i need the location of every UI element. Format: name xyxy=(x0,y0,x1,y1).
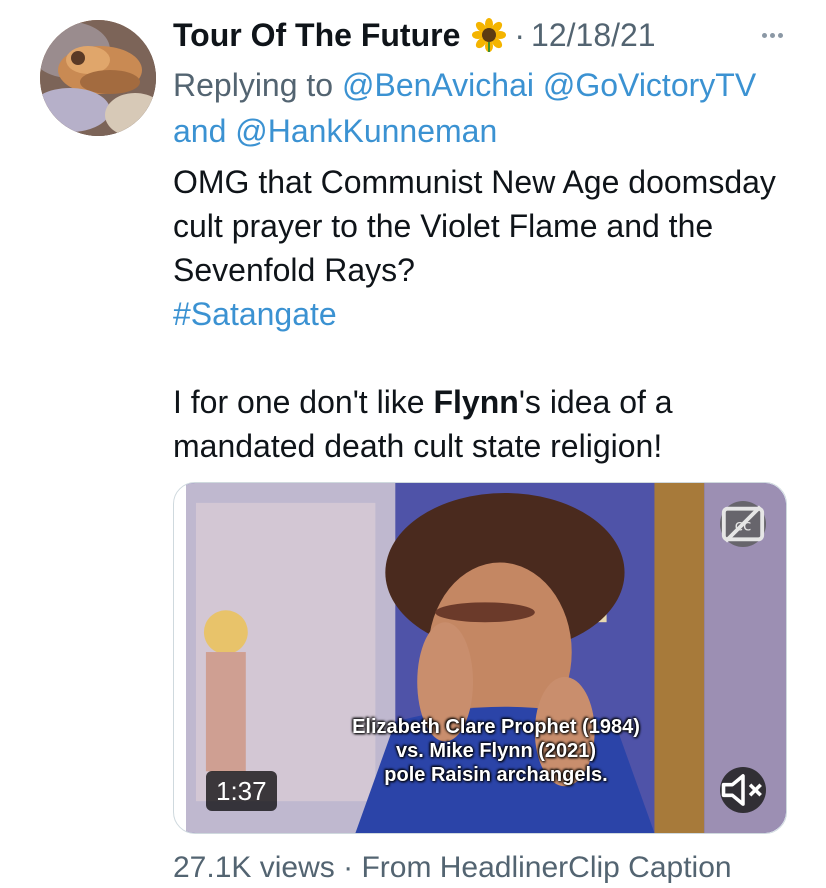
speaker-muted-icon[interactable] xyxy=(720,767,766,813)
more-horizontal-icon[interactable] xyxy=(752,20,792,50)
video-caption: Elizabeth Clare Prophet (1984) vs. Mike … xyxy=(316,715,676,787)
tweet-text: OMG that Communist New Age doomsday cult… xyxy=(173,160,793,468)
header-separator: · xyxy=(514,17,526,53)
mention-link[interactable]: @HankKunneman xyxy=(235,113,497,149)
caption-line: pole Raisin archangels. xyxy=(384,764,608,786)
replying-prefix: Replying to xyxy=(173,67,334,103)
avatar[interactable] xyxy=(40,20,156,136)
avatar-image xyxy=(40,20,156,136)
sunflower-icon xyxy=(472,18,507,52)
tweet-header: Tour Of The Future · 12/18/21 xyxy=(173,14,656,56)
caption-line: Elizabeth Clare Prophet (1984) xyxy=(352,716,640,738)
tweet-text-paragraph: OMG that Communist New Age doomsday cult… xyxy=(173,160,793,336)
tweet-text-bold: Flynn xyxy=(433,384,519,420)
video-source[interactable]: From HeadlinerClip Caption xyxy=(361,851,731,884)
video-frame[interactable]: Elizabeth Clare Prophet (1984) vs. Mike … xyxy=(186,483,786,833)
tweet-text-segment: I for one don't like xyxy=(173,384,434,420)
caption-line: vs. Mike Flynn (2021) xyxy=(395,740,597,762)
footer-separator: · xyxy=(343,851,354,884)
tweet-text-paragraph: I for one don't like Flynn's idea of a m… xyxy=(173,380,793,468)
closed-captions-icon[interactable]: cc xyxy=(720,501,766,547)
video-duration: 1:37 xyxy=(206,771,277,811)
tweet-footer: 27.1K views · From HeadlinerClip Caption xyxy=(173,848,732,888)
author-name[interactable]: Tour Of The Future xyxy=(173,14,460,56)
view-count: 27.1K views xyxy=(173,851,335,884)
replying-to: Replying to @BenAvichai @GoVictoryTV and… xyxy=(173,62,793,154)
hashtag-link[interactable]: #Satangate xyxy=(173,296,337,332)
mention-link[interactable]: @BenAvichai xyxy=(342,67,534,103)
tweet-text-line: OMG that Communist New Age doomsday cult… xyxy=(173,164,776,288)
tweet-date[interactable]: 12/18/21 xyxy=(531,14,656,56)
mention-link[interactable]: @GoVictoryTV xyxy=(543,67,756,103)
video-player[interactable]: Elizabeth Clare Prophet (1984) vs. Mike … xyxy=(173,482,787,834)
mention-joiner: and xyxy=(173,113,227,149)
